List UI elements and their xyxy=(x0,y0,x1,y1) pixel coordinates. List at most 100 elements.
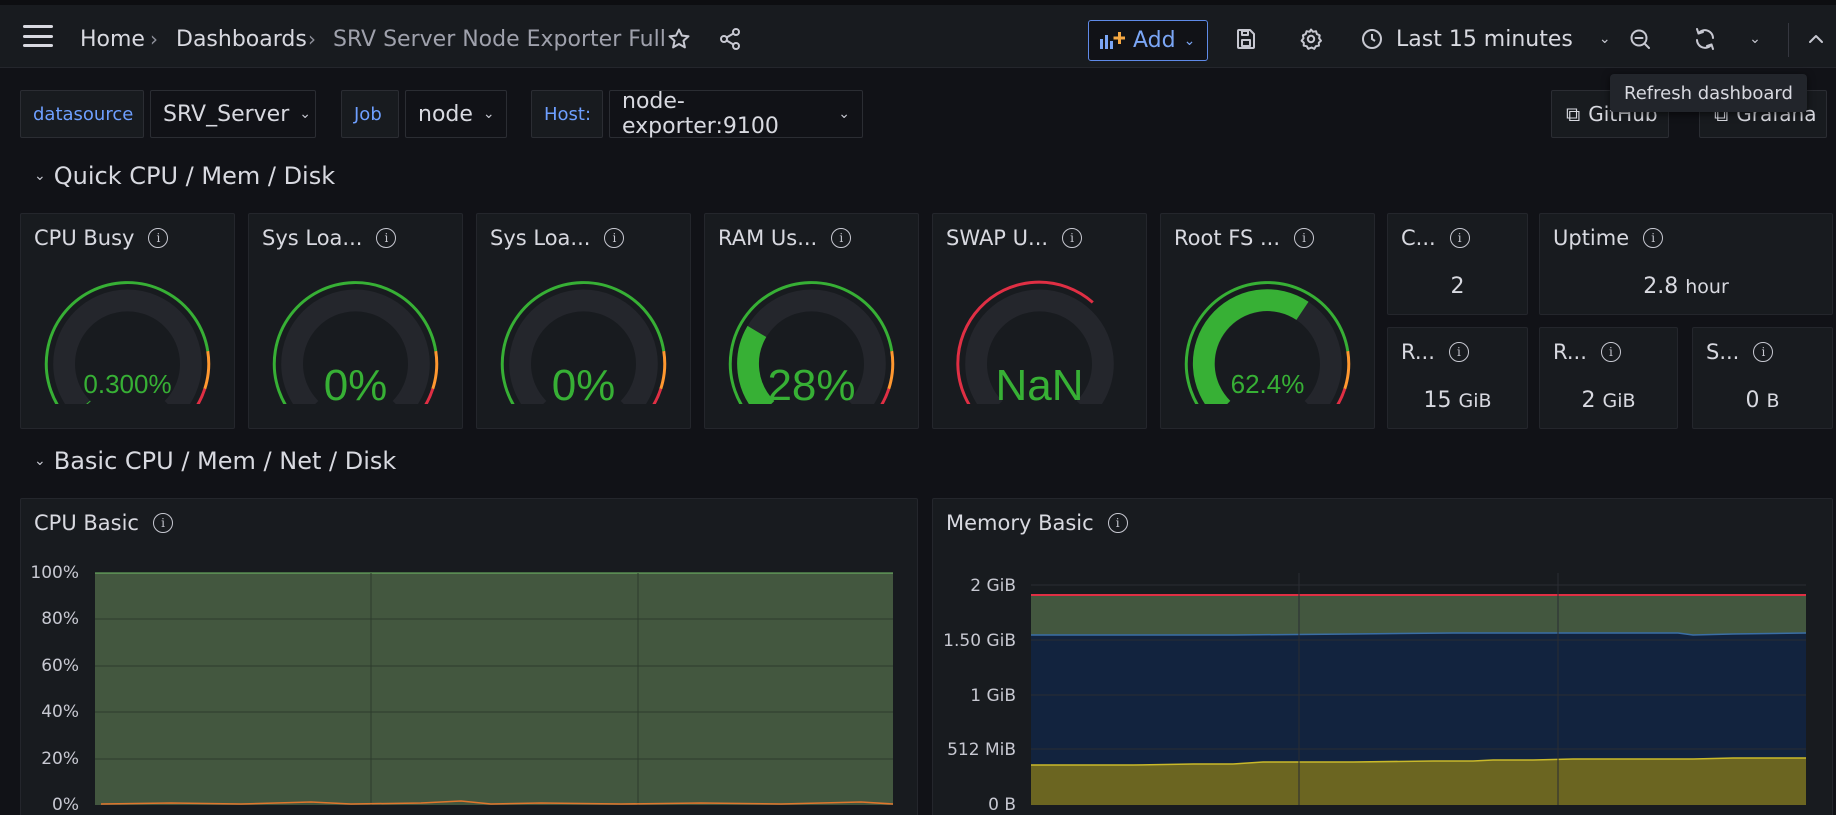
gauge-panel[interactable]: SWAP U... i NaN xyxy=(932,213,1147,429)
graph-panel-memory-basic[interactable]: 2 GiB 1.50 GiB 1 GiB 512 MiB 0 B Memory … xyxy=(932,498,1833,815)
memory-basic-chart: 2 GiB 1.50 GiB 1 GiB 512 MiB 0 B xyxy=(943,573,1807,815)
info-icon[interactable]: i xyxy=(376,228,397,248)
gauge-panel[interactable]: CPU Busy i 0.300% xyxy=(20,213,235,429)
y-tick: 1.50 GiB xyxy=(943,631,1016,651)
time-range-label: Last 15 minutes xyxy=(1396,26,1573,52)
stat-number: 2.8 xyxy=(1643,274,1679,299)
variable-select-host[interactable]: node-exporter:9100 ⌄ xyxy=(609,89,863,139)
variable-value: SRV_Server xyxy=(163,101,290,127)
info-icon[interactable]: i xyxy=(604,228,625,248)
info-icon[interactable]: i xyxy=(1062,228,1083,248)
chevron-down-icon: ⌄ xyxy=(482,106,495,122)
chevron-down-icon: ⌄ xyxy=(299,106,311,122)
row-basic-cpu-mem-net-disk[interactable]: ⌄ Basic CPU / Mem / Net / Disk xyxy=(34,447,396,475)
gauge-value: NaN xyxy=(995,361,1084,410)
breadcrumb-dashboards[interactable]: Dashboards xyxy=(176,5,307,73)
panel-title: CPU Busy xyxy=(34,226,135,250)
gauge-panel[interactable]: Sys Loa... i 0% xyxy=(248,213,463,429)
stat-number: 2 xyxy=(1450,274,1465,299)
graph-panel-cpu-basic[interactable]: 100% 80% 60% 40% 20% 0% CPU Basic i xyxy=(20,498,918,815)
gauge-panel[interactable]: Root FS ... i 62.4% xyxy=(1160,213,1375,429)
y-tick: 100% xyxy=(30,563,79,583)
stat-panel-ram-total[interactable]: R... i 15 GiB xyxy=(1387,327,1528,429)
chevron-down-icon: ⌄ xyxy=(838,106,850,122)
refresh-icon[interactable] xyxy=(1687,21,1723,57)
panel-title: Sys Loa... xyxy=(490,226,591,250)
gauge-value: 62.4% xyxy=(1230,369,1305,399)
gauge-panel[interactable]: RAM Us... i 28% xyxy=(704,213,919,429)
y-tick: 2 GiB xyxy=(970,576,1016,596)
gauge-value: 28% xyxy=(767,361,856,410)
add-button[interactable]: Add ⌄ xyxy=(1088,20,1208,61)
stat-unit: hour xyxy=(1685,276,1729,298)
variable-select-job[interactable]: node ⌄ xyxy=(405,90,507,138)
gauge-value: 0.300% xyxy=(83,369,172,399)
stat-value: 2 xyxy=(1388,274,1527,299)
save-icon[interactable] xyxy=(1228,21,1264,57)
gauge-value: 0% xyxy=(323,361,388,410)
panel-title: Root FS ... xyxy=(1174,226,1280,250)
info-icon[interactable]: i xyxy=(1643,228,1664,248)
stat-number: 15 xyxy=(1423,388,1452,413)
add-panel-icon xyxy=(1100,31,1125,49)
stat-unit: B xyxy=(1766,390,1780,412)
variable-label-job: Job xyxy=(341,90,399,138)
refresh-interval-chevron-icon[interactable]: ⌄ xyxy=(1737,21,1773,57)
info-icon[interactable]: i xyxy=(1600,342,1621,362)
variable-value: node xyxy=(418,101,473,127)
variable-value: node-exporter:9100 xyxy=(622,89,779,139)
stat-number: 2 xyxy=(1581,388,1596,413)
settings-gear-icon[interactable] xyxy=(1293,21,1329,57)
menu-icon[interactable] xyxy=(22,25,54,47)
y-tick: 0 B xyxy=(988,795,1016,815)
panel-title: Sys Loa... xyxy=(262,226,363,250)
stat-panel-swap-total[interactable]: S... i 0 B xyxy=(1692,327,1833,429)
y-tick: 0% xyxy=(52,795,79,815)
refresh-tooltip: Refresh dashboard xyxy=(1610,74,1807,112)
stat-unit: GiB xyxy=(1458,390,1492,412)
zoom-out-icon[interactable] xyxy=(1622,21,1658,57)
row-quick-cpu-mem-disk[interactable]: ⌄ Quick CPU / Mem / Disk xyxy=(34,162,335,190)
time-range-picker[interactable]: Last 15 minutes ⌄ xyxy=(1360,19,1611,59)
breadcrumb-current-dashboard: SRV Server Node Exporter Full xyxy=(333,26,666,52)
stat-panel-uptime[interactable]: Uptime i 2.8 hour xyxy=(1539,213,1833,315)
share-icon[interactable] xyxy=(712,21,748,57)
clock-icon xyxy=(1362,29,1382,49)
panel-title: RAM Us... xyxy=(718,226,818,250)
stat-panel-rootfs-total[interactable]: R... i 2 GiB xyxy=(1539,327,1678,429)
info-icon[interactable]: i xyxy=(1449,228,1470,248)
y-tick: 1 GiB xyxy=(970,686,1016,706)
row-title: Quick CPU / Mem / Disk xyxy=(53,162,336,190)
variable-select-datasource[interactable]: SRV_Server ⌄ xyxy=(150,90,316,138)
panel-title: Memory Basic xyxy=(946,511,1094,535)
y-tick: 80% xyxy=(41,609,79,629)
breadcrumb-home[interactable]: Home xyxy=(80,5,145,73)
breadcrumb-separator-icon: › xyxy=(308,27,316,51)
gauge-panel[interactable]: Sys Loa... i 0% xyxy=(476,213,691,429)
collapse-chevron-up-icon[interactable] xyxy=(1798,21,1834,57)
star-icon[interactable] xyxy=(661,21,697,57)
info-icon[interactable]: i xyxy=(1753,342,1774,362)
stat-unit: GiB xyxy=(1602,390,1636,412)
external-link-icon: ⧉ xyxy=(1566,102,1581,126)
panel-title: C... xyxy=(1401,226,1436,250)
info-icon[interactable]: i xyxy=(152,513,173,533)
stat-value: 0 B xyxy=(1693,388,1832,413)
row-title: Basic CPU / Mem / Net / Disk xyxy=(53,447,397,475)
panel-title: SWAP U... xyxy=(946,226,1049,250)
info-icon[interactable]: i xyxy=(1294,228,1314,248)
panel-title: Uptime xyxy=(1553,226,1630,250)
panel-title: R... xyxy=(1553,340,1587,364)
y-tick: 512 MiB xyxy=(947,740,1016,760)
chevron-down-icon: ⌄ xyxy=(34,453,46,469)
stat-panel-cpu-cores[interactable]: C... i 2 xyxy=(1387,213,1528,315)
info-icon[interactable]: i xyxy=(1448,342,1469,362)
panel-title: CPU Basic xyxy=(34,511,139,535)
info-icon[interactable]: i xyxy=(1107,513,1128,533)
stat-number: 0 xyxy=(1745,388,1760,413)
panel-title: S... xyxy=(1706,340,1740,364)
info-icon[interactable]: i xyxy=(831,228,852,248)
chevron-down-icon: ⌄ xyxy=(1183,32,1196,49)
info-icon[interactable]: i xyxy=(148,228,169,248)
stat-value: 2 GiB xyxy=(1540,388,1677,413)
